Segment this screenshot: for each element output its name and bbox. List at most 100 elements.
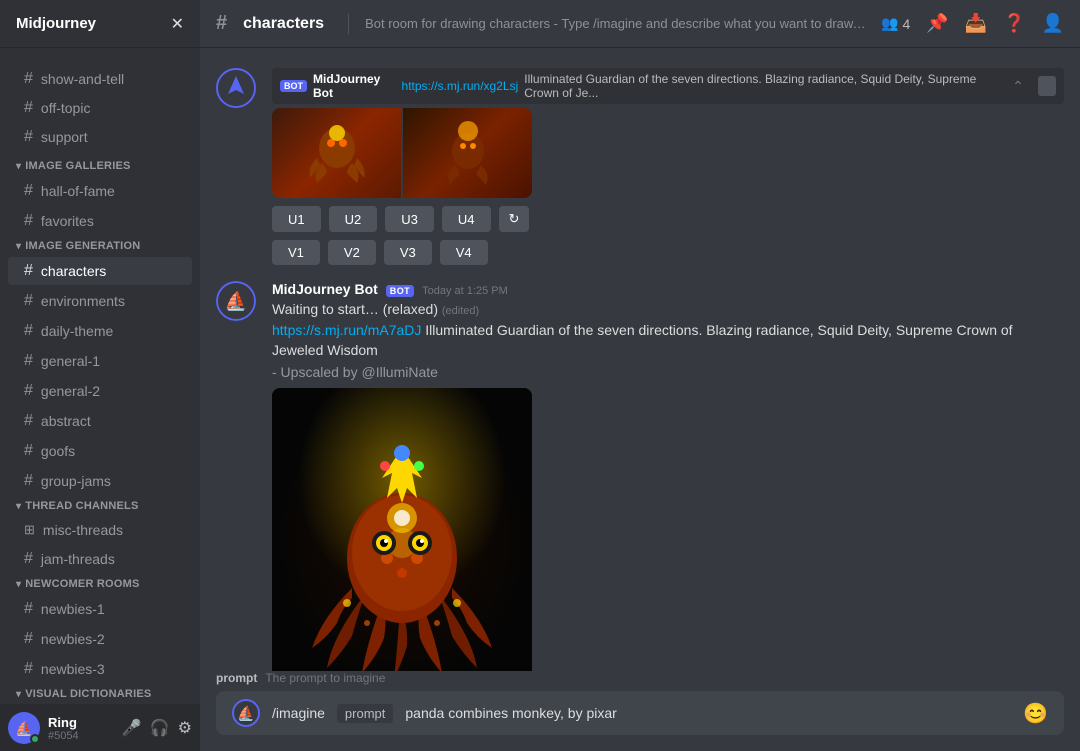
main-content: # characters Bot room for drawing charac… bbox=[200, 0, 1080, 751]
category-label: IMAGE GENERATION bbox=[25, 240, 140, 252]
sidebar-item-hall-of-fame[interactable]: # hall-of-fame bbox=[8, 177, 192, 205]
help-icon[interactable]: ❓ bbox=[1003, 13, 1025, 34]
chevron-icon: ▾ bbox=[16, 241, 21, 252]
bot-badge-small: BOT bbox=[280, 80, 307, 92]
visual-dicts-category[interactable]: ▾ VISUAL DICTIONARIES bbox=[0, 684, 200, 704]
message-group-1: BOT MidJourney Bot https://s.mj.run/xg2L… bbox=[200, 64, 1080, 269]
top-channels-section: # show-and-tell # off-topic # support bbox=[0, 48, 200, 156]
channel-label: newbies-3 bbox=[41, 661, 105, 677]
inbox-icon[interactable]: 📥 bbox=[965, 13, 987, 34]
message-author-2: MidJourney Bot bbox=[272, 281, 378, 297]
message-input-wrapper: ⛵ /imagine prompt panda combines monkey,… bbox=[216, 691, 1064, 735]
pin-icon[interactable]: 📌 bbox=[926, 13, 948, 34]
sidebar-item-newbies-1[interactable]: # newbies-1 bbox=[8, 595, 192, 623]
sidebar-item-newbies-2[interactable]: # newbies-2 bbox=[8, 625, 192, 653]
prompt-label-text: prompt bbox=[216, 671, 257, 685]
upscale-buttons-row: U1 U2 U3 U4 ↻ bbox=[272, 206, 1064, 232]
channel-label: characters bbox=[41, 263, 106, 279]
hash-icon: # bbox=[24, 292, 33, 310]
sidebar-item-daily-theme[interactable]: # daily-theme bbox=[8, 317, 192, 345]
member-count-display: 👥 4 bbox=[881, 15, 910, 32]
mute-icon[interactable]: 🎤 bbox=[122, 718, 142, 738]
user-info: Ring #5054 bbox=[48, 715, 114, 742]
user-actions: 🎤 🎧 ⚙ bbox=[122, 718, 192, 738]
u2-button[interactable]: U2 bbox=[329, 206, 378, 232]
octopus-preview-1 bbox=[302, 113, 372, 193]
sidebar-item-characters[interactable]: # characters bbox=[8, 257, 192, 285]
channel-label: off-topic bbox=[41, 100, 91, 116]
hash-icon: # bbox=[24, 99, 33, 117]
v4-button[interactable]: V4 bbox=[440, 240, 488, 265]
image-cell-1 bbox=[272, 108, 401, 198]
chevron-icon: ▾ bbox=[16, 161, 21, 172]
u3-button[interactable]: U3 bbox=[385, 206, 434, 232]
sidebar-item-abstract[interactable]: # abstract bbox=[8, 407, 192, 435]
image-link[interactable]: https://s.mj.run/mA7aDJ bbox=[272, 322, 421, 338]
chevron-down-icon: ✕ bbox=[171, 14, 184, 34]
sidebar: Midjourney ✕ # show-and-tell # off-topic… bbox=[0, 0, 200, 751]
server-header[interactable]: Midjourney ✕ bbox=[0, 0, 200, 48]
sidebar-item-misc-threads[interactable]: ⊞ misc-threads bbox=[8, 517, 192, 543]
channel-description: Bot room for drawing characters - Type /… bbox=[365, 16, 869, 31]
hash-icon: # bbox=[24, 660, 33, 678]
members-icon: 👥 bbox=[881, 15, 898, 32]
channel-label: group-jams bbox=[41, 473, 111, 489]
v2-button[interactable]: V2 bbox=[328, 240, 376, 265]
sidebar-item-group-jams[interactable]: # group-jams bbox=[8, 467, 192, 495]
u1-button[interactable]: U1 bbox=[272, 206, 321, 232]
sidebar-item-environments[interactable]: # environments bbox=[8, 287, 192, 315]
variation-buttons-row: V1 V2 V3 V4 bbox=[272, 240, 1064, 265]
expand-icon[interactable]: ⌃ bbox=[1012, 78, 1024, 95]
sidebar-item-goofs[interactable]: # goofs bbox=[8, 437, 192, 465]
chevron-icon: ▾ bbox=[16, 579, 21, 590]
channel-label: environments bbox=[41, 293, 125, 309]
settings-icon[interactable]: ⚙ bbox=[178, 718, 192, 738]
channel-label: daily-theme bbox=[41, 323, 113, 339]
avatar bbox=[216, 68, 256, 108]
sidebar-item-off-topic[interactable]: # off-topic bbox=[8, 94, 192, 122]
hash-icon: # bbox=[24, 182, 33, 200]
refresh-button[interactable]: ↻ bbox=[499, 206, 530, 232]
hash-icon: # bbox=[24, 70, 33, 88]
category-label: VISUAL DICTIONARIES bbox=[25, 688, 151, 700]
sidebar-item-newbies-3[interactable]: # newbies-3 bbox=[8, 655, 192, 683]
image-galleries-category[interactable]: ▾ IMAGE GALLERIES bbox=[0, 156, 200, 176]
image-cell-2 bbox=[403, 108, 532, 198]
message-1-content: BOT MidJourney Bot https://s.mj.run/xg2L… bbox=[272, 68, 1064, 265]
v3-button[interactable]: V3 bbox=[384, 240, 432, 265]
v1-button[interactable]: V1 bbox=[272, 240, 320, 265]
sidebar-item-favorites[interactable]: # favorites bbox=[8, 207, 192, 235]
deafen-icon[interactable]: 🎧 bbox=[150, 718, 170, 738]
newcomer-rooms-category[interactable]: ▾ NEWCOMER ROOMS bbox=[0, 574, 200, 594]
thread-channels-category[interactable]: ▾ THREAD CHANNELS bbox=[0, 496, 200, 516]
hash-icon: # bbox=[24, 412, 33, 430]
member-list-icon[interactable]: 👤 bbox=[1042, 13, 1064, 34]
hash-icon: # bbox=[24, 262, 33, 280]
message-input[interactable]: panda combines monkey, by pixar bbox=[405, 705, 1011, 721]
header-icons: 👥 4 📌 📥 ❓ 👤 bbox=[881, 13, 1064, 34]
sidebar-item-support[interactable]: # support bbox=[8, 123, 192, 151]
username: Ring bbox=[48, 715, 114, 730]
octopus-artwork bbox=[272, 388, 532, 671]
message-group-2: ⛵ MidJourney Bot BOT Today at 1:25 PM Wa… bbox=[200, 277, 1080, 671]
avatar-2: ⛵ bbox=[216, 281, 256, 321]
input-area: prompt The prompt to imagine ⛵ /imagine … bbox=[200, 671, 1080, 751]
channel-label: abstract bbox=[41, 413, 91, 429]
hash-icon: # bbox=[24, 550, 33, 568]
image-generation-category[interactable]: ▾ IMAGE GENERATION bbox=[0, 236, 200, 256]
category-label: NEWCOMER ROOMS bbox=[25, 578, 139, 590]
u4-button[interactable]: U4 bbox=[442, 206, 491, 232]
channel-label: hall-of-fame bbox=[41, 183, 115, 199]
hash-icon: # bbox=[24, 442, 33, 460]
hash-icon: # bbox=[24, 212, 33, 230]
user-discriminator: #5054 bbox=[48, 730, 114, 742]
sidebar-item-show-and-tell[interactable]: # show-and-tell bbox=[8, 65, 192, 93]
sidebar-item-general-1[interactable]: # general-1 bbox=[8, 347, 192, 375]
emoji-picker-icon[interactable]: 😊 bbox=[1023, 701, 1048, 726]
category-label: IMAGE GALLERIES bbox=[25, 160, 130, 172]
prompt-keyword-label: prompt bbox=[337, 704, 393, 723]
message-timestamp-2: Today at 1:25 PM bbox=[422, 285, 508, 297]
sidebar-item-jam-threads[interactable]: # jam-threads bbox=[8, 545, 192, 573]
waiting-text-2: Waiting to start… (relaxed) (edited) bbox=[272, 301, 1064, 317]
sidebar-item-general-2[interactable]: # general-2 bbox=[8, 377, 192, 405]
